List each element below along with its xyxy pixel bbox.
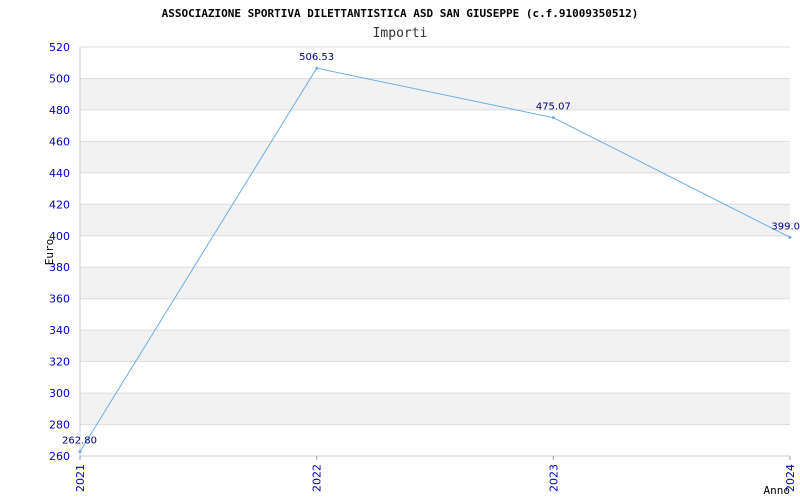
y-tick-label: 500 — [49, 72, 70, 85]
data-labels: 262.80 506.53 475.07 399.0 — [62, 52, 800, 446]
y-tick-label: 420 — [49, 198, 70, 211]
data-point — [315, 66, 319, 70]
x-tick-label: 2021 — [74, 464, 87, 492]
data-label: 399.0 — [771, 221, 800, 232]
y-tick-label: 360 — [49, 293, 70, 306]
chart-subtitle: Importi — [373, 26, 428, 41]
chart-title: ASSOCIAZIONE SPORTIVA DILETTANTISTICA AS… — [162, 7, 639, 20]
data-label: 506.53 — [299, 52, 334, 63]
y-tick-label: 460 — [49, 135, 70, 148]
plot-band — [80, 204, 790, 236]
y-tick-label: 480 — [49, 104, 70, 117]
line-chart: 2602803003203403603804004204404604805005… — [43, 7, 800, 497]
y-tick-label: 320 — [49, 356, 70, 369]
plot-band — [80, 330, 790, 362]
data-point — [551, 116, 555, 120]
y-tick-label: 520 — [49, 41, 70, 54]
plot-band — [80, 78, 790, 110]
y-tick-label: 340 — [49, 324, 70, 337]
y-tick-label: 280 — [49, 419, 70, 432]
y-axis-label: Euro — [43, 239, 56, 266]
y-tick-label: 260 — [49, 450, 70, 463]
x-tick-label: 2022 — [311, 464, 324, 492]
data-label: 262.80 — [62, 436, 97, 447]
plot-band — [80, 141, 790, 173]
data-point — [78, 450, 82, 454]
data-label: 475.07 — [536, 102, 571, 113]
data-point — [788, 235, 792, 239]
plot-band — [80, 267, 790, 299]
y-tick-label: 440 — [49, 167, 70, 180]
x-tick-labels: 2021 2022 2023 2024 — [74, 456, 797, 492]
y-tick-label: 300 — [49, 387, 70, 400]
x-tick-label: 2023 — [547, 464, 560, 492]
plot-bands — [80, 78, 790, 425]
plot-band — [80, 393, 790, 425]
x-axis-label: Anno — [764, 484, 791, 497]
